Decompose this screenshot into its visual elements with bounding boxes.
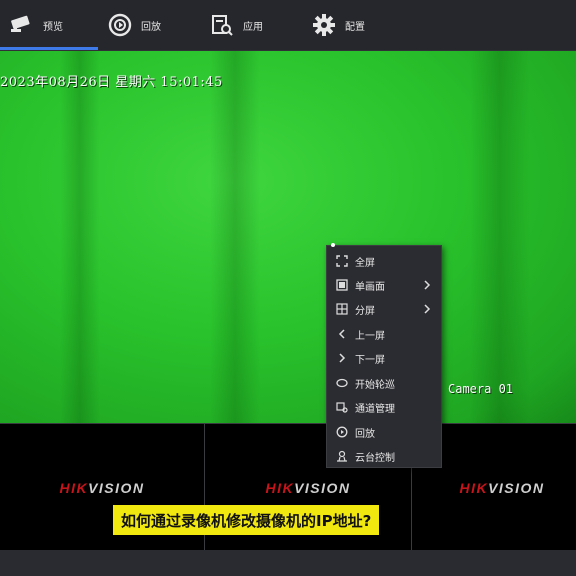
mouse-cursor [331, 243, 335, 247]
ptz-icon [335, 449, 349, 463]
single-view-icon [335, 278, 349, 292]
tab-playback-label: 回放 [141, 21, 161, 33]
menu-item-label: 回放 [355, 428, 375, 440]
chevron-right-icon [335, 351, 349, 365]
chevron-left-icon [335, 327, 349, 341]
menu-item-next-screen[interactable]: 下一屏 [327, 346, 441, 370]
menu-item-playback[interactable]: 回放 [327, 420, 441, 444]
playback-icon [106, 11, 134, 39]
tab-preview[interactable]: 预览 [0, 0, 98, 50]
hikvision-logo: HIKVISION [459, 480, 545, 496]
context-menu: 全屏 单画面 分屏 上一屏 下一屏 开始轮巡 通道管理 回放 云台控制 [326, 245, 442, 468]
fullscreen-icon [335, 254, 349, 268]
menu-item-label: 下一屏 [355, 354, 385, 366]
cloth-fold [60, 51, 100, 423]
osd-datetime: 2023年08月26日 星期六 15:01:45 [0, 75, 223, 90]
menu-item-start-patrol[interactable]: 开始轮巡 [327, 371, 441, 395]
tab-config-label: 配置 [345, 21, 365, 33]
gear-icon [310, 11, 338, 39]
patrol-icon [335, 376, 349, 390]
menu-item-label: 开始轮巡 [355, 379, 395, 391]
cloth-fold [210, 51, 260, 423]
menu-item-ptz-control[interactable]: 云台控制 [327, 444, 441, 468]
camera-icon [8, 11, 36, 39]
menu-item-channel-manage[interactable]: 通道管理 [327, 395, 441, 419]
menu-item-label: 分屏 [355, 305, 375, 317]
submenu-arrow-icon [424, 304, 431, 314]
menu-item-single-view[interactable]: 单画面 [327, 273, 441, 297]
menu-item-label: 全屏 [355, 257, 375, 269]
channel-manage-icon [335, 400, 349, 414]
osd-camera-name: Camera 01 [448, 382, 514, 396]
bottom-bar [0, 550, 576, 576]
video-caption: 如何通过录像机修改摄像机的IP地址? [113, 505, 380, 535]
menu-item-label: 单画面 [355, 281, 385, 293]
tab-application-label: 应用 [243, 21, 263, 33]
live-video-view[interactable]: 2023年08月26日 星期六 15:01:45 Camera 01 [0, 51, 576, 423]
tab-playback[interactable]: 回放 [106, 0, 161, 50]
active-tab-indicator [0, 47, 98, 50]
menu-item-fullscreen[interactable]: 全屏 [327, 249, 441, 273]
menu-item-previous-screen[interactable]: 上一屏 [327, 322, 441, 346]
hikvision-logo: HIKVISION [59, 480, 145, 496]
playback-icon [335, 425, 349, 439]
tab-preview-label: 预览 [43, 21, 63, 33]
hikvision-logo: HIKVISION [265, 480, 351, 496]
tab-application[interactable]: 应用 [208, 0, 263, 50]
submenu-arrow-icon [424, 280, 431, 290]
tab-config[interactable]: 配置 [310, 0, 365, 50]
menu-item-label: 通道管理 [355, 403, 395, 415]
menu-item-label: 云台控制 [355, 452, 395, 464]
menu-item-split-screen[interactable]: 分屏 [327, 297, 441, 321]
menu-item-label: 上一屏 [355, 330, 385, 342]
cloth-fold [470, 51, 530, 423]
top-nav-bar: 预览 回放 应用 配置 [0, 0, 576, 51]
app-search-icon [208, 11, 236, 39]
split-screen-icon [335, 302, 349, 316]
